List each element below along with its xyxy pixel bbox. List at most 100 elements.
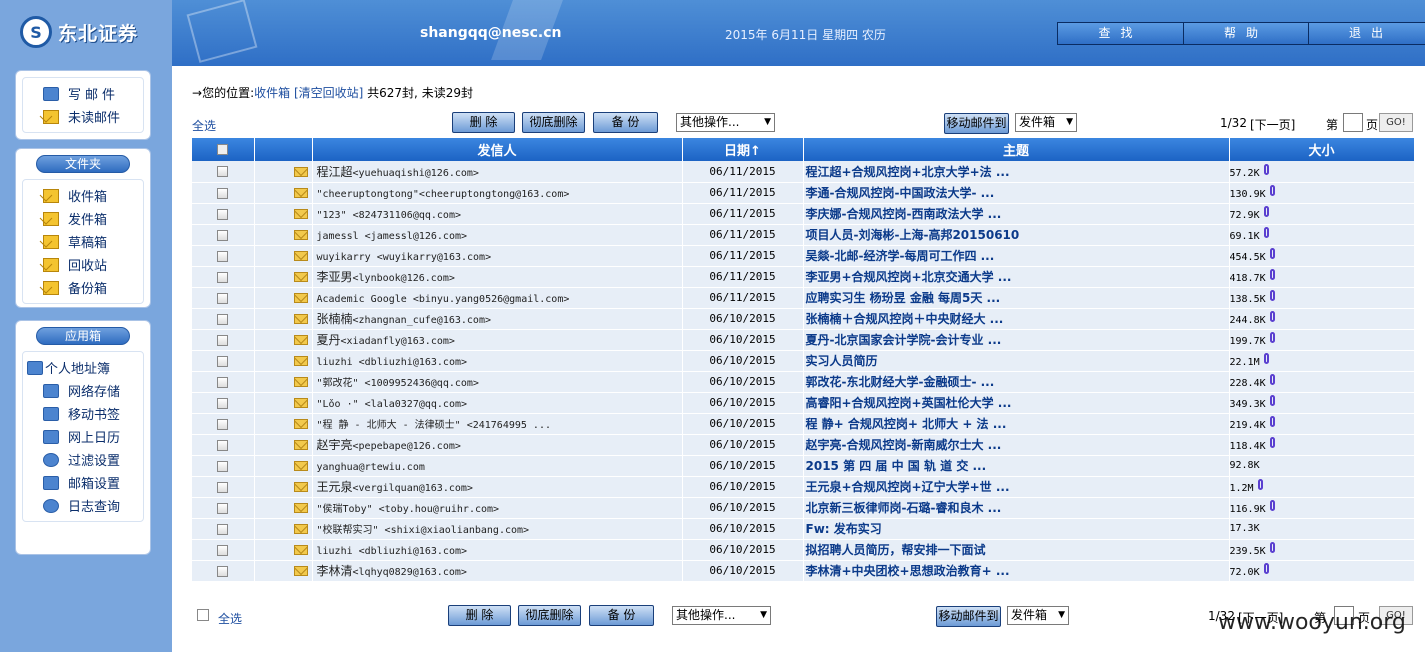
row-subject[interactable]: 李林清+中央团校+思想政治教育+ ... [803, 560, 1230, 582]
table-row[interactable]: "校联帮实习" <shixi@xiaolianbang.com> 06/10/20… [192, 518, 1415, 540]
row-checkbox[interactable] [217, 313, 229, 325]
delete-button[interactable]: 删 除 [452, 112, 515, 133]
header-checkbox[interactable] [217, 144, 229, 155]
bottom-purge-button[interactable]: 彻底删除 [518, 605, 581, 626]
row-from[interactable]: 李亚男<lynbook@126.com> [312, 266, 683, 288]
app-calendar[interactable]: 网上日历 [23, 425, 143, 448]
row-checkbox[interactable] [217, 502, 229, 514]
app-logs[interactable]: 日志查询 [23, 494, 143, 517]
row-subject[interactable]: 北京新三板律师岗-石璐-睿和良木 ... [803, 497, 1230, 519]
row-checkbox[interactable] [217, 166, 229, 178]
row-subject[interactable]: 程 静+ 合规风控岗+ 北师大 + 法 ... [803, 413, 1230, 435]
row-checkbox[interactable] [217, 523, 229, 535]
table-row[interactable]: 赵宇亮<pepebape@126.com> 06/10/2015 赵宇亮-合规风控岗… [192, 434, 1415, 456]
row-subject[interactable]: 拟招聘人员简历，帮安排一下面试 [803, 539, 1230, 561]
table-row[interactable]: liuzhi <dbliuzhi@163.com> 06/10/2015 拟招聘人员… [192, 539, 1415, 561]
page-number-input[interactable] [1343, 113, 1363, 132]
row-subject[interactable]: 李亚男+合规风控岗+北京交通大学 ... [803, 266, 1230, 288]
table-row[interactable]: "123" <824731106@qq.com> 06/11/2015 李庆娜-合规… [192, 203, 1415, 225]
bottom-select-all-link[interactable]: 全选 [218, 610, 242, 627]
header-size[interactable]: 大小 [1229, 138, 1415, 161]
row-checkbox[interactable] [217, 481, 229, 493]
table-row[interactable]: jamessl <jamessl@126.com> 06/11/2015 项目人员-… [192, 224, 1415, 246]
row-checkbox[interactable] [217, 460, 229, 472]
row-checkbox[interactable] [217, 439, 229, 451]
row-subject[interactable]: 李庆娜-合规风控岗-西南政法大学 ... [803, 203, 1230, 225]
table-row[interactable]: 夏丹<xiadanfly@163.com> 06/10/2015 夏丹-北京国家会计… [192, 329, 1415, 351]
row-checkbox[interactable] [217, 292, 229, 304]
row-from[interactable]: 李林清<lqhyq0829@163.com> [312, 560, 683, 582]
row-from[interactable]: yanghua@rtewiu.com [312, 455, 683, 477]
table-row[interactable]: "cheeruptongtong"<cheeruptongtong@163.co… [192, 182, 1415, 204]
bottom-other-ops-select[interactable]: 其他操作... ▼ [672, 606, 771, 625]
row-from[interactable]: "郭改花" <1009952436@qq.com> [312, 371, 683, 393]
header-subject[interactable]: 主题 [803, 138, 1230, 161]
help-button[interactable]: 帮助 [1183, 23, 1308, 44]
row-from[interactable]: "Lǒo ·" <lala0327@qq.com> [312, 392, 683, 414]
compose-link[interactable]: 写邮件 [23, 82, 143, 105]
table-row[interactable]: 程江超<yuehuaqishi@126.com> 06/11/2015 程江超+合规… [192, 161, 1415, 183]
row-checkbox[interactable] [217, 544, 229, 556]
row-subject[interactable]: 吴燚-北邮-经济学-每周可工作四 ... [803, 245, 1230, 267]
bottom-delete-button[interactable]: 删 除 [448, 605, 511, 626]
row-subject[interactable]: 赵宇亮-合规风控岗-新南威尔士大 ... [803, 434, 1230, 456]
folder-inbox[interactable]: 收件箱 [23, 184, 143, 207]
app-filter[interactable]: 过滤设置 [23, 448, 143, 471]
folder-drafts[interactable]: 草稿箱 [23, 230, 143, 253]
row-from[interactable]: 张楠楠<zhangnan_cufe@163.com> [312, 308, 683, 330]
header-from[interactable]: 发信人 [312, 138, 683, 161]
app-net-storage[interactable]: 网络存储 [23, 379, 143, 402]
table-row[interactable]: "侯瑞Toby" <toby.hou@ruihr.com> 06/10/2015 北… [192, 497, 1415, 519]
clear-trash-link[interactable]: [清空回收站] [294, 86, 363, 100]
row-checkbox[interactable] [217, 208, 229, 220]
app-bookmarks[interactable]: 移动书签 [23, 402, 143, 425]
row-checkbox[interactable] [217, 271, 229, 283]
row-from[interactable]: 王元泉<vergilquan@163.com> [312, 476, 683, 498]
row-subject[interactable]: 夏丹-北京国家会计学院-会计专业 ... [803, 329, 1230, 351]
row-checkbox[interactable] [217, 355, 229, 367]
row-from[interactable]: 夏丹<xiadanfly@163.com> [312, 329, 683, 351]
table-row[interactable]: Academic Google <binyu.yang0526@gmail.co… [192, 287, 1415, 309]
row-subject[interactable]: Fw: 发布实习 [803, 518, 1230, 540]
row-checkbox[interactable] [217, 187, 229, 199]
row-from[interactable]: "123" <824731106@qq.com> [312, 203, 683, 225]
app-address-book[interactable]: 个人地址簿 [23, 356, 143, 379]
row-subject[interactable]: 实习人员简历 [803, 350, 1230, 372]
next-page-link[interactable]: [下一页] [1250, 116, 1295, 133]
row-subject[interactable]: 李通-合规风控岗-中国政法大学- ... [803, 182, 1230, 204]
row-subject[interactable]: 王元泉+合规风控岗+辽宁大学+世 ... [803, 476, 1230, 498]
move-target-select[interactable]: 发件箱 ▼ [1015, 113, 1077, 132]
go-button[interactable]: GO! [1379, 113, 1413, 132]
row-subject[interactable]: 项目人员-刘海彬-上海-高邦20150610 [803, 224, 1230, 246]
backup-button[interactable]: 备 份 [593, 112, 658, 133]
row-checkbox[interactable] [217, 397, 229, 409]
row-subject[interactable]: 郭改花-东北财经大学-金融硕士- ... [803, 371, 1230, 393]
row-from[interactable]: wuyikarry <wuyikarry@163.com> [312, 245, 683, 267]
row-subject[interactable]: 2015 第 四 届 中 国 轨 道 交 ... [803, 455, 1230, 477]
row-subject[interactable]: 应聘实习生 杨玢昱 金融 每周5天 ... [803, 287, 1230, 309]
folder-backup[interactable]: 备份箱 [23, 276, 143, 299]
bottom-move-target-select[interactable]: 发件箱 ▼ [1007, 606, 1069, 625]
move-to-button[interactable]: 移动邮件到 [944, 113, 1009, 134]
row-checkbox[interactable] [217, 250, 229, 262]
other-ops-select[interactable]: 其他操作... ▼ [676, 113, 775, 132]
header-date[interactable]: 日期↑ [682, 138, 804, 161]
crumb-folder-link[interactable]: 收件箱 [254, 86, 290, 100]
row-from[interactable]: "校联帮实习" <shixi@xiaolianbang.com> [312, 518, 683, 540]
table-row[interactable]: "郭改花" <1009952436@qq.com> 06/10/2015 郭改花-东… [192, 371, 1415, 393]
table-row[interactable]: 李林清<lqhyq0829@163.com> 06/10/2015 李林清+中央团校… [192, 560, 1415, 582]
row-checkbox[interactable] [217, 229, 229, 241]
row-checkbox[interactable] [217, 334, 229, 346]
row-from[interactable]: 程江超<yuehuaqishi@126.com> [312, 161, 683, 183]
search-button[interactable]: 查找 [1058, 23, 1183, 44]
table-row[interactable]: 张楠楠<zhangnan_cufe@163.com> 06/10/2015 张楠楠＋… [192, 308, 1415, 330]
row-from[interactable]: "侯瑞Toby" <toby.hou@ruihr.com> [312, 497, 683, 519]
table-row[interactable]: 王元泉<vergilquan@163.com> 06/10/2015 王元泉+合规风… [192, 476, 1415, 498]
row-from[interactable]: jamessl <jamessl@126.com> [312, 224, 683, 246]
row-subject[interactable]: 张楠楠＋合规风控岗＋中央财经大 ... [803, 308, 1230, 330]
table-row[interactable]: yanghua@rtewiu.com 06/10/2015 2015 第 四 届 中… [192, 455, 1415, 477]
purge-button[interactable]: 彻底删除 [522, 112, 585, 133]
row-from[interactable]: liuzhi <dbliuzhi@163.com> [312, 350, 683, 372]
table-row[interactable]: "程 静 - 北师大 - 法律硕士" <241764995 ... 06/10/2… [192, 413, 1415, 435]
table-row[interactable]: "Lǒo ·" <lala0327@qq.com> 06/10/2015 高睿阳+合… [192, 392, 1415, 414]
